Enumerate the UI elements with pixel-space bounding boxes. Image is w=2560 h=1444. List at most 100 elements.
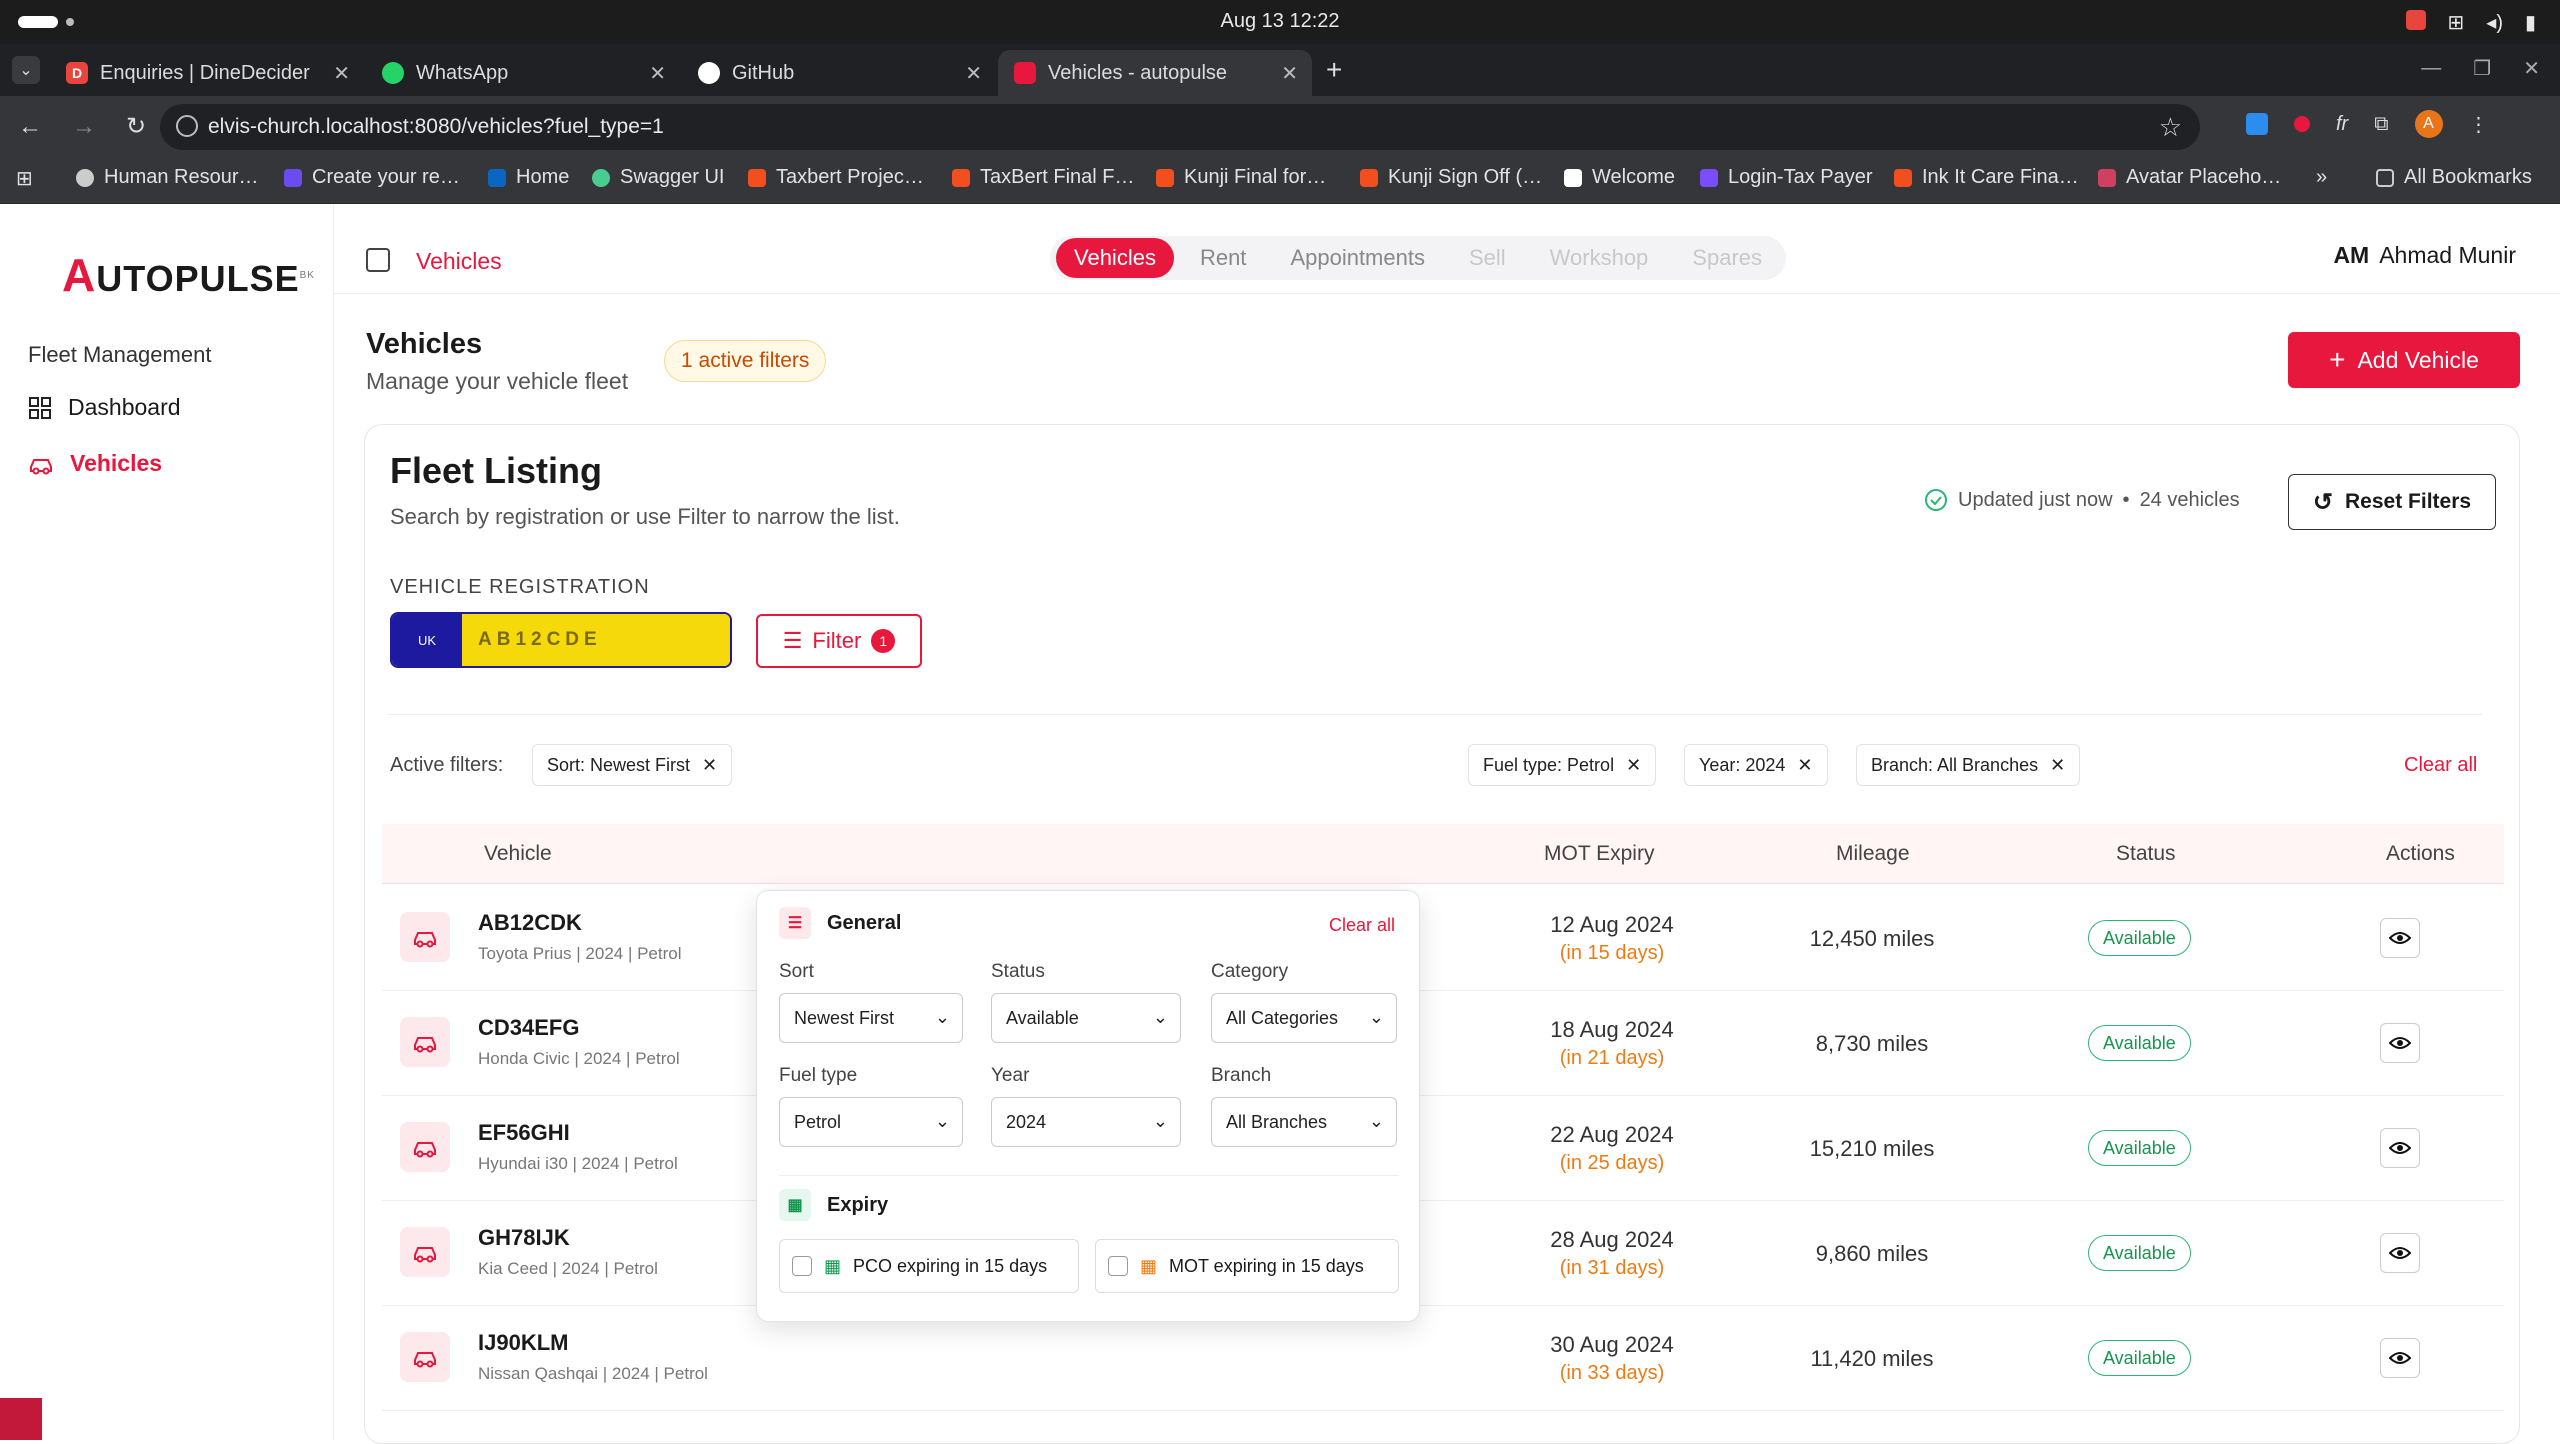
volume-icon[interactable]: ◂) (2486, 10, 2503, 35)
site-info-icon[interactable] (176, 115, 198, 137)
reload-icon[interactable]: ↻ (126, 112, 146, 141)
bookmark[interactable]: Taxbert Projec… (748, 166, 924, 189)
status-select[interactable]: Available ⌄ (991, 993, 1181, 1043)
bookmark[interactable]: Login-Tax Payer (1700, 166, 1873, 189)
tab-vehicles[interactable]: Vehicles (1056, 238, 1174, 278)
bookmark[interactable]: Create your re… (284, 166, 460, 189)
vehicle-registration[interactable]: AB12CDK (478, 910, 582, 936)
menu-kebab-icon[interactable]: ⋮ (2469, 112, 2489, 137)
autopulse-logo[interactable]: AUTOPULSEBK (62, 248, 315, 302)
table-row[interactable]: AB12CDK Toyota Prius | 2024 | Petrol 12 … (382, 886, 2504, 991)
category-select[interactable]: All Categories ⌄ (1211, 993, 1397, 1043)
minimize-icon[interactable]: — (2421, 57, 2441, 80)
vehicle-registration[interactable]: GH78IJK (478, 1225, 570, 1251)
bookmark-star-icon[interactable]: ☆ (2159, 112, 2182, 143)
chip-close-icon[interactable]: ✕ (1797, 755, 1812, 776)
filter-chip[interactable]: Sort: Newest First ✕ (532, 744, 733, 786)
app-indicator-icon[interactable] (2405, 10, 2426, 30)
tab-spares[interactable]: Spares (1674, 238, 1780, 278)
user-menu[interactable]: AM Ahmad Munir (2333, 242, 2516, 269)
bookmark[interactable]: Swagger UI (592, 166, 725, 189)
browser-tab[interactable]: D Enquiries | DineDecider ✕ (50, 50, 364, 96)
bookmark[interactable]: Human Resour… (76, 166, 259, 189)
back-icon[interactable]: ← (18, 113, 42, 141)
clear-all-link[interactable]: Clear all (2404, 754, 2477, 777)
chip-close-icon[interactable]: ✕ (1626, 755, 1641, 776)
profile-avatar[interactable]: A (2414, 110, 2443, 138)
system-tray[interactable]: ⊞ ◂) ▮ (2405, 10, 2536, 35)
extension-fx-icon[interactable]: fr (2336, 113, 2348, 136)
view-eye-icon[interactable] (2380, 1338, 2420, 1378)
table-row[interactable]: IJ90KLM Nissan Qashqai | 2024 | Petrol 3… (382, 1306, 2504, 1411)
sidebar-item-vehicles[interactable]: Vehicles (28, 450, 162, 477)
bookmark[interactable]: Kunji Final for… (1156, 166, 1326, 189)
breadcrumb[interactable]: Vehicles (416, 248, 502, 275)
tab-list-button[interactable]: ⌄ (12, 56, 40, 84)
browser-tab[interactable]: GitHub ✕ (682, 50, 996, 96)
sidebar-item-dashboard[interactable]: Dashboard (28, 394, 181, 421)
panel-clear-all-link[interactable]: Clear all (1329, 915, 1395, 936)
close-tab-icon[interactable]: ✕ (333, 61, 350, 86)
sort-select[interactable]: Newest First ⌄ (779, 993, 963, 1043)
view-eye-icon[interactable] (2380, 1128, 2420, 1168)
tab-appointments[interactable]: Appointments (1272, 238, 1443, 278)
tab-rent[interactable]: Rent (1182, 238, 1264, 278)
bookmark[interactable]: Kunji Sign Off (… (1360, 166, 1542, 189)
vehicle-registration[interactable]: EF56GHI (478, 1120, 570, 1146)
checkbox-square[interactable] (1108, 1256, 1128, 1276)
bookmark[interactable]: Home (488, 166, 569, 189)
branch-select[interactable]: All Branches ⌄ (1211, 1097, 1397, 1147)
extension-f-icon[interactable] (2246, 113, 2268, 135)
view-eye-icon[interactable] (2380, 1233, 2420, 1273)
apps-grid-icon[interactable]: ⊞ (16, 166, 33, 191)
forward-icon[interactable]: → (72, 113, 96, 141)
close-tab-icon[interactable]: ✕ (965, 61, 982, 86)
os-clock[interactable]: Aug 13 12:22 (0, 10, 2560, 33)
chip-close-icon[interactable]: ✕ (2050, 755, 2065, 776)
new-tab-button[interactable]: + (1326, 54, 1342, 86)
add-vehicle-button[interactable]: + Add Vehicle (2288, 332, 2520, 388)
pco-expiry-checkbox[interactable]: ▦ PCO expiring in 15 days (779, 1239, 1079, 1293)
chip-close-icon[interactable]: ✕ (702, 755, 717, 776)
browser-tab[interactable]: WhatsApp ✕ (366, 50, 680, 96)
bookmark[interactable]: Welcome (1564, 166, 1675, 189)
browser-tab-active[interactable]: Vehicles - autopulse ✕ (998, 50, 1312, 96)
close-tab-icon[interactable]: ✕ (1281, 61, 1298, 86)
bookmark[interactable]: Avatar Placeho… (2098, 166, 2281, 189)
table-row[interactable]: CD34EFG Honda Civic | 2024 | Petrol 18 A… (382, 991, 2504, 1096)
filter-chip[interactable]: Fuel type: Petrol ✕ (1468, 744, 1657, 786)
address-bar[interactable]: elvis-church.localhost:8080/vehicles?fue… (160, 104, 2200, 150)
sidebar-toggle-icon[interactable] (366, 248, 390, 272)
more-bookmarks-icon[interactable]: » (2316, 166, 2327, 189)
close-tab-icon[interactable]: ✕ (649, 61, 666, 86)
bottom-left-app-icon[interactable] (0, 1398, 42, 1440)
extensions-puzzle-icon[interactable]: ⧉ (2374, 113, 2388, 136)
table-row[interactable]: GH78IJK Kia Ceed | 2024 | Petrol 28 Aug … (382, 1201, 2504, 1306)
plate-input-field[interactable]: AB12CDE (462, 614, 730, 666)
fuel-type-select[interactable]: Petrol ⌄ (779, 1097, 963, 1147)
bookmark[interactable]: Ink It Care Fina… (1894, 166, 2079, 189)
url-text[interactable]: elvis-church.localhost:8080/vehicles?fue… (208, 115, 664, 139)
table-row[interactable]: EF56GHI Hyundai i30 | 2024 | Petrol 22 A… (382, 1096, 2504, 1201)
network-icon[interactable]: ⊞ (2448, 10, 2465, 35)
extension-red-icon[interactable] (2294, 116, 2310, 132)
mot-expiry-checkbox[interactable]: ▦ MOT expiring in 15 days (1095, 1239, 1399, 1293)
battery-icon[interactable]: ▮ (2525, 10, 2536, 35)
tab-workshop[interactable]: Workshop (1532, 238, 1667, 278)
close-window-icon[interactable]: ✕ (2523, 56, 2540, 81)
vehicle-registration[interactable]: IJ90KLM (478, 1330, 568, 1356)
all-bookmarks[interactable]: All Bookmarks (2376, 166, 2532, 189)
bookmark[interactable]: TaxBert Final F… (952, 166, 1134, 189)
restore-icon[interactable]: ❐ (2473, 56, 2491, 81)
view-eye-icon[interactable] (2380, 1023, 2420, 1063)
tab-sell[interactable]: Sell (1451, 238, 1524, 278)
registration-plate-input[interactable]: UK AB12CDE (390, 612, 732, 668)
reset-filters-button[interactable]: ↺ Reset Filters (2288, 474, 2496, 530)
year-select[interactable]: 2024 ⌄ (991, 1097, 1181, 1147)
view-eye-icon[interactable] (2380, 918, 2420, 958)
filter-chip[interactable]: Year: 2024 ✕ (1684, 744, 1828, 786)
filter-button[interactable]: ☰ Filter 1 (756, 614, 922, 668)
filter-chip[interactable]: Branch: All Branches ✕ (1856, 744, 2081, 786)
vehicle-registration[interactable]: CD34EFG (478, 1015, 579, 1041)
checkbox-square[interactable] (792, 1256, 812, 1276)
